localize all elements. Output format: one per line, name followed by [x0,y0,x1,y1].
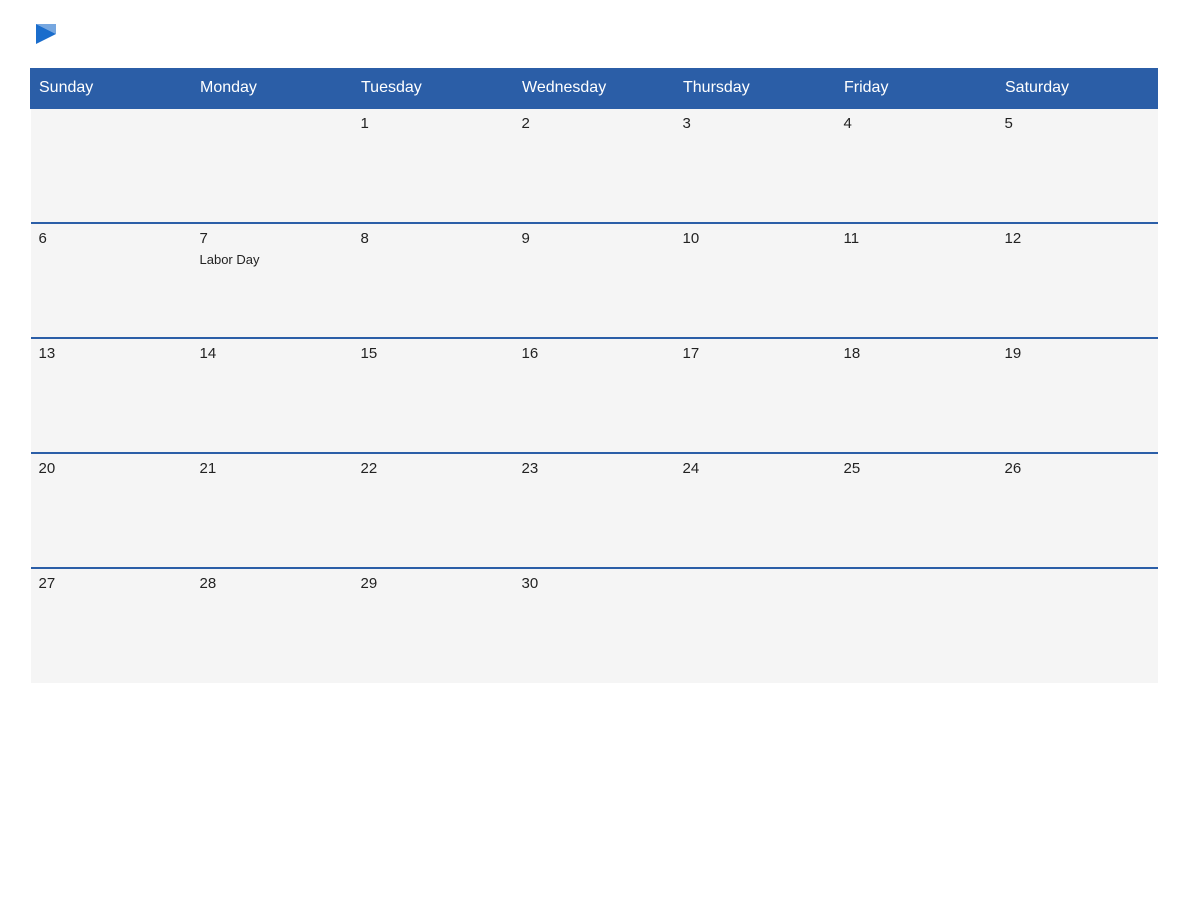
calendar-day-header: Thursday [675,69,836,109]
calendar-week-row: 13 14 15 16 17 18 19 [31,338,1158,453]
calendar-day-cell: 11 [836,223,997,338]
day-number: 3 [683,115,828,132]
day-number: 20 [39,460,184,477]
day-number: 13 [39,345,184,362]
calendar-day-cell: 13 [31,338,192,453]
day-number: 5 [1005,115,1150,132]
calendar-day-cell: 29 [353,568,514,683]
calendar-day-cell: 24 [675,453,836,568]
calendar-day-header: Friday [836,69,997,109]
calendar-day-cell: 7 Labor Day [192,223,353,338]
calendar-day-cell [192,108,353,223]
day-number: 12 [1005,230,1150,247]
calendar-day-cell: 27 [31,568,192,683]
day-number: 6 [39,230,184,247]
calendar-day-cell: 12 [997,223,1158,338]
day-number: 11 [844,230,989,247]
day-number: 21 [200,460,345,477]
calendar-day-cell: 21 [192,453,353,568]
logo-icon [32,20,60,48]
day-number: 17 [683,345,828,362]
day-number: 10 [683,230,828,247]
day-number: 9 [522,230,667,247]
calendar-day-header: Wednesday [514,69,675,109]
calendar-day-cell: 18 [836,338,997,453]
calendar-day-cell [675,568,836,683]
day-number: 29 [361,575,506,592]
day-number: 4 [844,115,989,132]
day-number: 30 [522,575,667,592]
day-number: 18 [844,345,989,362]
calendar-day-cell [997,568,1158,683]
day-number: 19 [1005,345,1150,362]
day-number: 14 [200,345,345,362]
calendar-day-cell: 2 [514,108,675,223]
day-number: 7 [200,230,345,247]
calendar-day-cell: 8 [353,223,514,338]
calendar-day-cell: 28 [192,568,353,683]
day-number: 2 [522,115,667,132]
calendar-day-cell: 30 [514,568,675,683]
calendar-day-cell: 20 [31,453,192,568]
calendar-day-header: Tuesday [353,69,514,109]
day-number: 22 [361,460,506,477]
calendar-day-cell: 19 [997,338,1158,453]
calendar-day-cell: 17 [675,338,836,453]
calendar-day-cell: 16 [514,338,675,453]
calendar-day-cell: 25 [836,453,997,568]
calendar-week-row: 27 28 29 30 [31,568,1158,683]
calendar-day-cell: 4 [836,108,997,223]
calendar-day-header: Saturday [997,69,1158,109]
calendar-day-cell: 14 [192,338,353,453]
calendar-day-cell: 1 [353,108,514,223]
day-number: 26 [1005,460,1150,477]
calendar-day-cell: 26 [997,453,1158,568]
holiday-label: Labor Day [200,252,260,267]
day-number: 28 [200,575,345,592]
calendar-week-row: 67 Labor Day 89 10 11 12 [31,223,1158,338]
calendar-day-cell: 9 [514,223,675,338]
calendar-day-header: Monday [192,69,353,109]
calendar-day-cell: 6 [31,223,192,338]
calendar-week-row: 12345 [31,108,1158,223]
calendar-day-cell: 22 [353,453,514,568]
day-number: 25 [844,460,989,477]
day-number: 24 [683,460,828,477]
calendar-day-header: Sunday [31,69,192,109]
day-number: 1 [361,115,506,132]
day-number: 16 [522,345,667,362]
day-number: 27 [39,575,184,592]
calendar-day-cell: 15 [353,338,514,453]
calendar-day-cell [836,568,997,683]
calendar-day-cell [31,108,192,223]
calendar-header-row: SundayMondayTuesdayWednesdayThursdayFrid… [31,69,1158,109]
day-number: 15 [361,345,506,362]
day-number: 8 [361,230,506,247]
calendar-day-cell: 23 [514,453,675,568]
calendar-week-row: 20 21 22 23 24 25 26 [31,453,1158,568]
logo [30,20,60,50]
day-number: 23 [522,460,667,477]
page-header [30,20,1158,50]
calendar-table: SundayMondayTuesdayWednesdayThursdayFrid… [30,68,1158,683]
calendar-day-cell: 3 [675,108,836,223]
calendar-day-cell: 10 [675,223,836,338]
calendar-day-cell: 5 [997,108,1158,223]
